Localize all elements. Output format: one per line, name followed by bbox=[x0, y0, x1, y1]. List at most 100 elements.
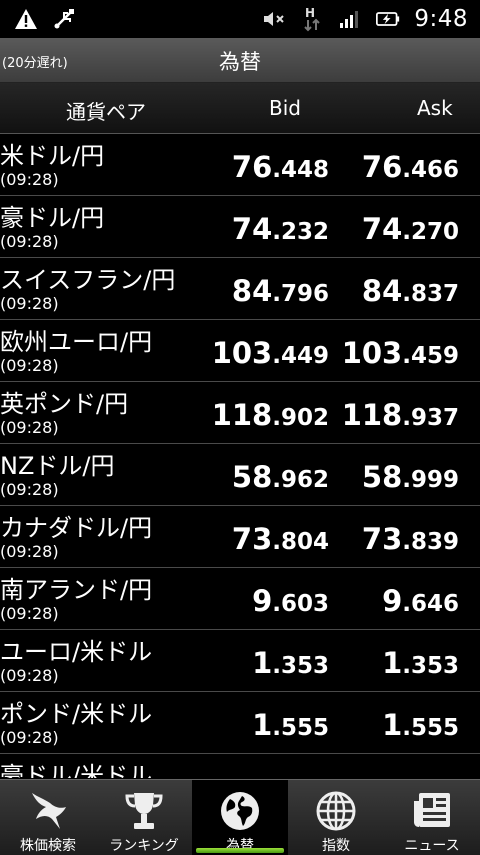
nav-forex[interactable]: 為替 bbox=[192, 780, 288, 855]
bid-value: 118.902 bbox=[212, 398, 329, 432]
bid-decimal: .962 bbox=[272, 467, 329, 493]
header-ask: Ask bbox=[417, 96, 453, 120]
quote-time: (09:28) bbox=[0, 170, 59, 189]
bid-integer: 76 bbox=[231, 150, 273, 184]
ask-integer: 118 bbox=[341, 398, 403, 432]
bid-integer: 9 bbox=[252, 584, 273, 618]
bid-value: 74.232 bbox=[232, 212, 329, 246]
rate-row[interactable]: カナダドル/円 (09:28) 73.804 73.839 bbox=[0, 506, 480, 568]
usb-debug-icon bbox=[52, 7, 76, 31]
rates-list[interactable]: 米ドル/円 (09:28) 76.448 76.466 豪ドル/円 (09:28) 74.2… bbox=[0, 134, 480, 778]
bird-icon bbox=[25, 788, 71, 834]
quote-time: (09:28) bbox=[0, 232, 59, 251]
quote-time: (09:28) bbox=[0, 480, 59, 499]
bid-decimal: .448 bbox=[272, 157, 329, 183]
ask-value: 84.837 bbox=[362, 274, 459, 308]
bid-decimal: .449 bbox=[272, 343, 329, 369]
bid-integer: 103 bbox=[211, 336, 273, 370]
bid-decimal: .555 bbox=[272, 715, 329, 741]
quote-time: (09:28) bbox=[0, 728, 59, 747]
rate-row[interactable]: 豪ドル/円 (09:28) 74.232 74.270 bbox=[0, 196, 480, 258]
nav-news[interactable]: ニュース bbox=[384, 780, 480, 855]
bid-value: 84.796 bbox=[232, 274, 329, 308]
ask-integer: 84 bbox=[361, 274, 403, 308]
nav-label: 株価検索 bbox=[20, 838, 76, 854]
newspaper-icon bbox=[409, 788, 455, 834]
rate-row[interactable]: ユーロ/米ドル (09:28) 1.353 1.353 bbox=[0, 630, 480, 692]
bid-integer: 74 bbox=[231, 212, 273, 246]
ask-decimal: .459 bbox=[402, 343, 459, 369]
trophy-icon bbox=[121, 788, 167, 834]
mute-icon bbox=[262, 7, 286, 31]
bottom-nav: 株価検索 ランキング 為替 指数 ニュース bbox=[0, 779, 480, 855]
bid-decimal: .796 bbox=[272, 281, 329, 307]
ask-decimal: .837 bbox=[402, 281, 459, 307]
ask-integer: 58 bbox=[361, 460, 403, 494]
quote-time: (09:28) bbox=[0, 418, 59, 437]
ask-decimal: .937 bbox=[402, 405, 459, 431]
bid-value: 103.449 bbox=[212, 336, 329, 370]
ask-integer: 103 bbox=[341, 336, 403, 370]
svg-text:H: H bbox=[305, 6, 315, 20]
rate-row[interactable]: 南アランド/円 (09:28) 9.603 9.646 bbox=[0, 568, 480, 630]
nav-label: ニュース bbox=[404, 838, 460, 854]
ask-decimal: .353 bbox=[402, 653, 459, 679]
currency-pair-name: 豪ドル/米ドル bbox=[0, 762, 153, 778]
ask-integer: 1 bbox=[382, 646, 403, 680]
bid-value: 1.353 bbox=[252, 646, 329, 680]
ask-integer: 73 bbox=[361, 522, 403, 556]
nav-index[interactable]: 指数 bbox=[288, 780, 384, 855]
header-pair: 通貨ペア bbox=[66, 100, 146, 124]
rate-row[interactable]: 豪ドル/米ドル bbox=[0, 754, 480, 778]
currency-pair-name: 英ポンド/円 bbox=[0, 390, 129, 418]
ask-integer: 76 bbox=[361, 150, 403, 184]
ask-integer: 9 bbox=[382, 584, 403, 618]
ask-decimal: .270 bbox=[402, 219, 459, 245]
ask-decimal: .999 bbox=[402, 467, 459, 493]
currency-pair-name: カナダドル/円 bbox=[0, 514, 153, 542]
table-header: 通貨ペア Bid Ask bbox=[0, 83, 480, 134]
rate-row[interactable]: スイスフラン/円 (09:28) 84.796 84.837 bbox=[0, 258, 480, 320]
currency-pair-name: 欧州ユーロ/円 bbox=[0, 328, 153, 356]
nav-ranking[interactable]: ランキング bbox=[96, 780, 192, 855]
bid-value: 73.804 bbox=[232, 522, 329, 556]
rate-row[interactable]: 欧州ユーロ/円 (09:28) 103.449 103.459 bbox=[0, 320, 480, 382]
nav-label: 為替 bbox=[226, 838, 254, 854]
bid-decimal: .902 bbox=[272, 405, 329, 431]
battery-charging-icon bbox=[376, 7, 400, 31]
bid-integer: 1 bbox=[252, 708, 273, 742]
currency-pair-name: 南アランド/円 bbox=[0, 576, 153, 604]
title-bar: (20分遅れ) 為替 bbox=[0, 38, 480, 83]
ask-value: 76.466 bbox=[362, 150, 459, 184]
bid-value: 58.962 bbox=[232, 460, 329, 494]
currency-pair-name: スイスフラン/円 bbox=[0, 266, 176, 294]
ask-decimal: .839 bbox=[402, 529, 459, 555]
globe-icon bbox=[217, 788, 263, 834]
nav-stock-search[interactable]: 株価検索 bbox=[0, 780, 96, 855]
rate-row[interactable]: 英ポンド/円 (09:28) 118.902 118.937 bbox=[0, 382, 480, 444]
nav-label: ランキング bbox=[109, 838, 179, 854]
nav-label: 指数 bbox=[322, 838, 350, 854]
ask-integer: 1 bbox=[382, 708, 403, 742]
currency-pair-name: NZドル/円 bbox=[0, 452, 115, 480]
currency-pair-name: ユーロ/米ドル bbox=[0, 638, 153, 666]
bid-decimal: .804 bbox=[272, 529, 329, 555]
grid-globe-icon bbox=[313, 788, 359, 834]
bid-value: 9.603 bbox=[252, 584, 329, 618]
bid-integer: 58 bbox=[231, 460, 273, 494]
rate-row[interactable]: NZドル/円 (09:28) 58.962 58.999 bbox=[0, 444, 480, 506]
ask-integer: 74 bbox=[361, 212, 403, 246]
rate-row[interactable]: ポンド/米ドル (09:28) 1.555 1.555 bbox=[0, 692, 480, 754]
header-bid: Bid bbox=[269, 96, 301, 120]
ask-value: 103.459 bbox=[342, 336, 459, 370]
warning-icon bbox=[14, 7, 38, 31]
ask-value: 118.937 bbox=[342, 398, 459, 432]
bid-value: 1.555 bbox=[252, 708, 329, 742]
ask-value: 1.353 bbox=[382, 646, 459, 680]
ask-value: 9.646 bbox=[382, 584, 459, 618]
ask-decimal: .646 bbox=[402, 591, 459, 617]
quote-time: (09:28) bbox=[0, 604, 59, 623]
ask-value: 74.270 bbox=[362, 212, 459, 246]
currency-pair-name: 米ドル/円 bbox=[0, 142, 105, 170]
rate-row[interactable]: 米ドル/円 (09:28) 76.448 76.466 bbox=[0, 134, 480, 196]
